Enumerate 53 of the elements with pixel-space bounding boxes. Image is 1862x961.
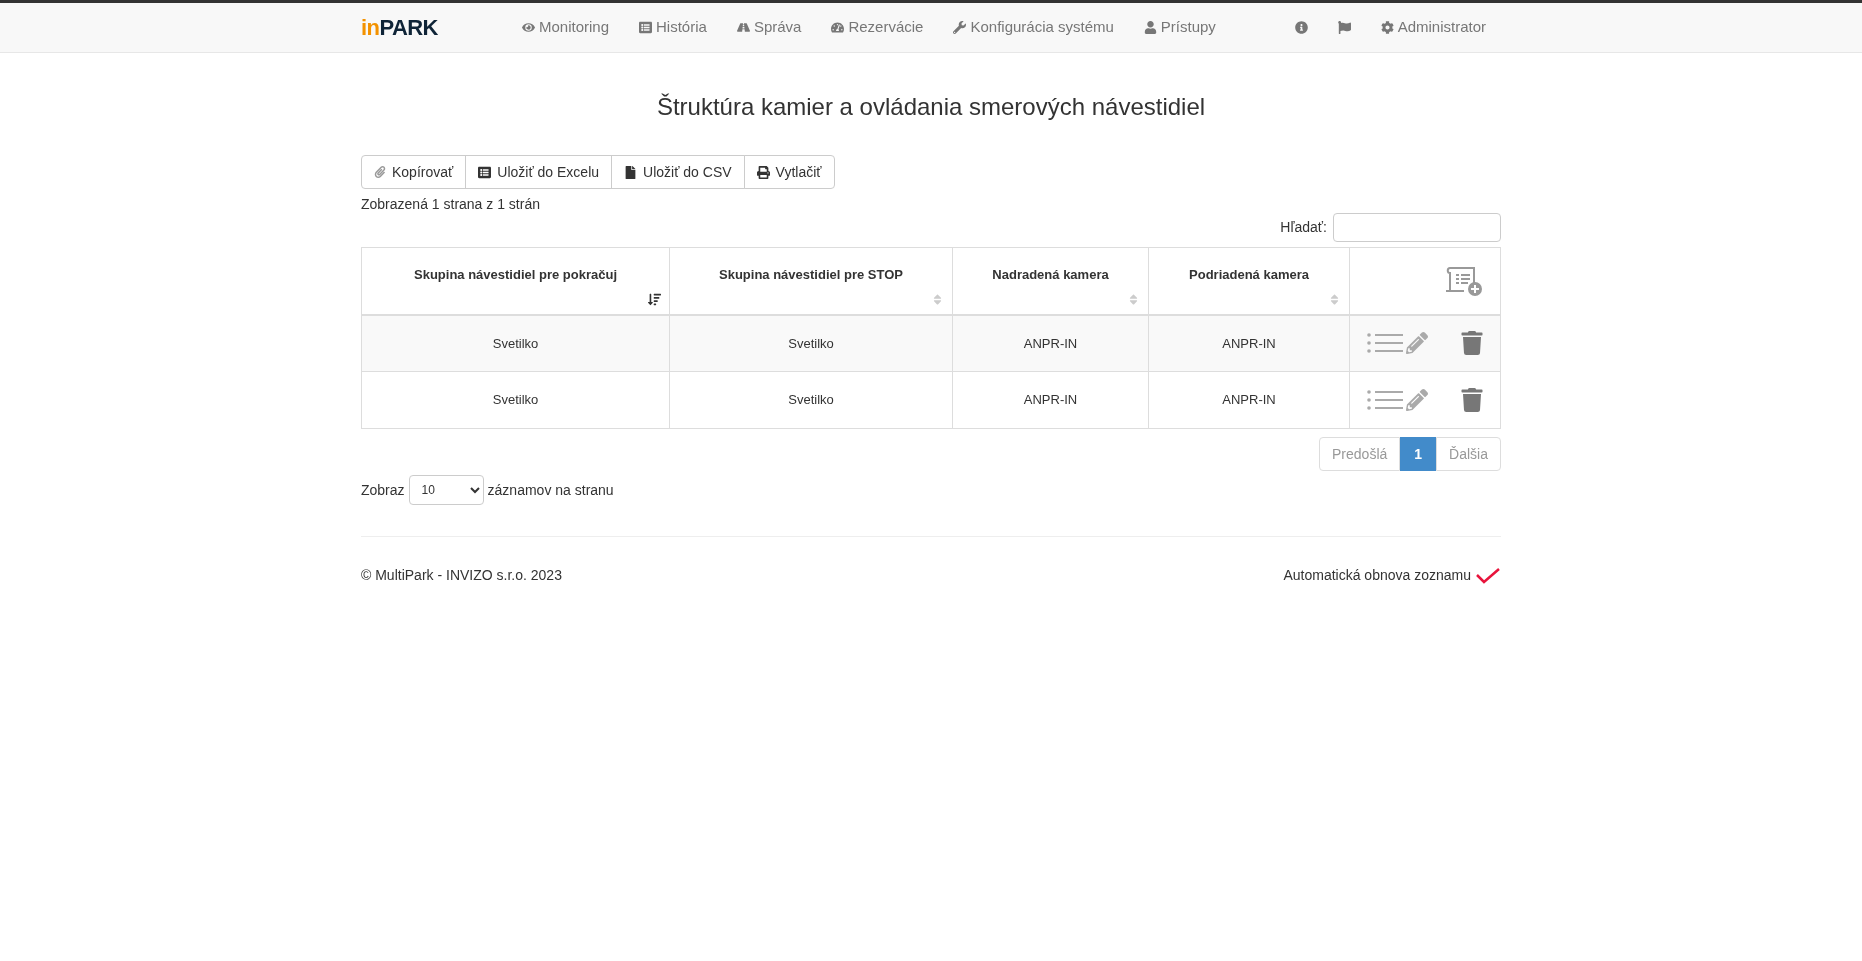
info-icon[interactable] <box>1294 21 1308 34</box>
column-header[interactable]: Podriadená kamera <box>1148 247 1350 315</box>
add-record-icon[interactable] <box>1444 264 1484 297</box>
settings-icon <box>1380 21 1394 34</box>
user-menu[interactable]: Administrator <box>1380 16 1501 39</box>
table-cell: Svetilko <box>669 371 953 429</box>
gauge-icon <box>831 21 845 34</box>
table-cell: Svetilko <box>361 371 670 429</box>
nav-link[interactable]: Prístupy <box>1143 16 1216 39</box>
nav-link[interactable]: Monitoring <box>521 16 609 39</box>
search-field[interactable] <box>1333 213 1501 242</box>
page-size-select[interactable]: 10 <box>408 475 484 505</box>
sort-icon[interactable] <box>648 292 661 306</box>
auto-refresh-checkbox[interactable] <box>1475 565 1501 586</box>
nav-link[interactable]: História <box>639 16 707 39</box>
nav-link[interactable]: Konfigurácia systému <box>953 16 1114 39</box>
delete-icon[interactable] <box>1460 388 1484 412</box>
page-link[interactable]: 1 <box>1400 437 1437 471</box>
table-cell: Svetilko <box>361 314 670 372</box>
list-icon <box>639 21 652 34</box>
nav-link[interactable]: Správa <box>736 16 802 39</box>
logo[interactable]: inPARK <box>361 11 438 44</box>
export-button[interactable]: Kopírovať <box>361 155 467 189</box>
edit-icon[interactable] <box>1406 389 1428 411</box>
nav-link[interactable]: Rezervácie <box>831 16 924 39</box>
delete-icon[interactable] <box>1460 331 1484 356</box>
table-cell: Svetilko <box>669 314 953 372</box>
search-label: Hľadať: <box>1280 218 1327 237</box>
page-title: Štruktúra kamier a ovládania smerových návestidiel <box>655 92 1207 122</box>
road-icon <box>736 21 750 34</box>
table-cell: ANPR-IN <box>952 371 1149 429</box>
user-icon <box>1143 21 1157 34</box>
page-size-label: Zobraz <box>361 480 405 500</box>
auto-refresh-label: Automatická obnova zoznamu <box>1283 566 1471 585</box>
page-info: Zobrazená 1 strana z 1 strán <box>361 195 540 214</box>
edit-icon[interactable] <box>1406 332 1428 355</box>
column-header[interactable]: Skupina návestidiel pre pokračuj <box>361 247 670 315</box>
flag-icon[interactable] <box>1337 21 1351 34</box>
page-size-label: záznamov na stranu <box>487 480 614 500</box>
print-icon <box>756 165 770 179</box>
table-cell: ANPR-IN <box>1148 314 1350 372</box>
table-cell: ANPR-IN <box>1148 371 1350 429</box>
list-icon[interactable] <box>1366 332 1404 355</box>
table-cell: ANPR-IN <box>952 314 1149 372</box>
export-button[interactable]: Uložiť do CSV <box>611 155 745 189</box>
column-header[interactable]: Nadradená kamera <box>952 247 1149 315</box>
copyright-text: © MultiPark - INVIZO s.r.o. 2023 <box>361 566 562 585</box>
eye-icon <box>521 21 535 34</box>
export-button[interactable]: Uložiť do Excelu <box>465 155 613 189</box>
export-button[interactable]: Vytlačiť <box>743 155 835 189</box>
column-header[interactable]: Skupina návestidiel pre STOP <box>669 247 953 315</box>
list-icon[interactable] <box>1366 389 1404 411</box>
wrench-icon <box>953 21 967 34</box>
